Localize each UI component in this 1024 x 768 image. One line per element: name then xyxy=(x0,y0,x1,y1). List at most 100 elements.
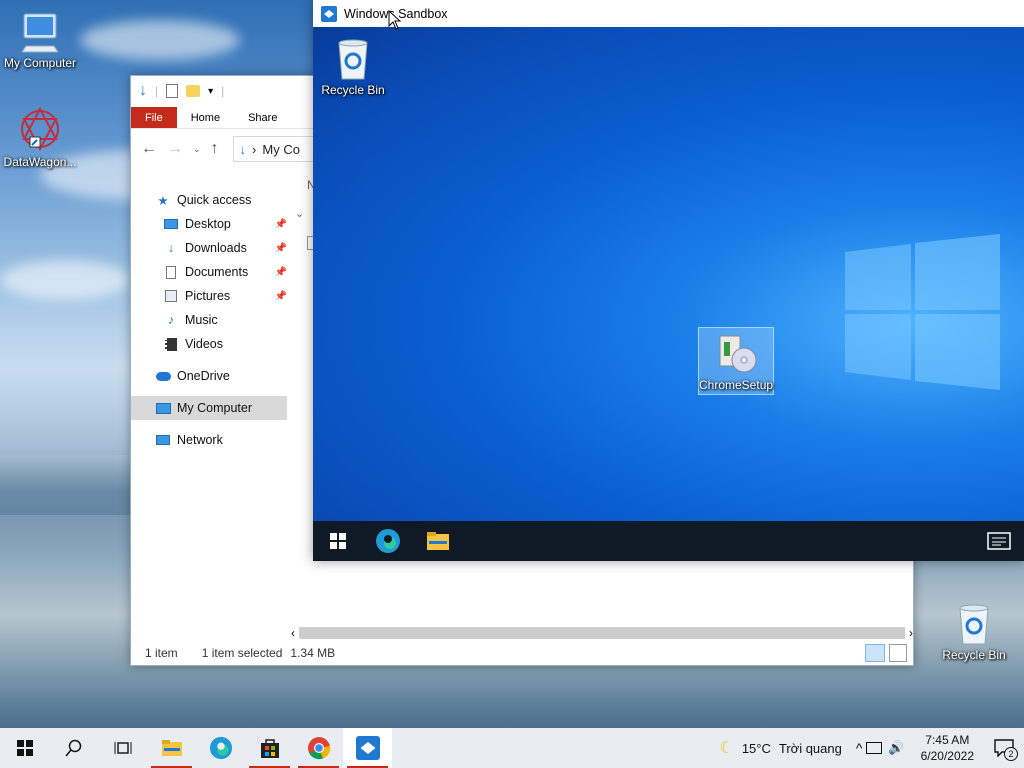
selection-size: 1.34 MB xyxy=(290,646,336,660)
nav-my-computer[interactable]: My Computer xyxy=(131,396,287,420)
clock-time: 7:45 AM xyxy=(925,733,970,747)
start-button[interactable] xyxy=(0,728,49,768)
nav-desktop[interactable]: Desktop 📌 xyxy=(131,212,291,236)
details-view-icon[interactable] xyxy=(865,644,885,662)
nav-documents[interactable]: Documents 📌 xyxy=(131,260,291,284)
network-status-icon[interactable] xyxy=(866,742,883,754)
forward-icon[interactable]: → xyxy=(167,140,183,158)
folder-icon xyxy=(427,532,449,550)
host-taskbar: ☾ 15°C Trời quang ^ 🔊 7:45 AM 6/20/2022 … xyxy=(0,728,1024,768)
scroll-right-icon[interactable]: › xyxy=(909,626,913,640)
windows-start-icon xyxy=(330,533,346,549)
taskbar-file-explorer[interactable] xyxy=(147,728,196,768)
pin-icon[interactable]: 📌 xyxy=(275,267,287,278)
show-hidden-icons-icon[interactable]: ^ xyxy=(852,740,867,756)
desktop-icon-datawagon[interactable]: DataWagon... xyxy=(0,105,80,169)
sandbox-edge-button[interactable] xyxy=(363,521,413,561)
nav-label: My Computer xyxy=(177,401,253,415)
nav-label: Downloads xyxy=(185,241,247,255)
weather-condition: Trời quang xyxy=(778,740,842,756)
sandbox-notifications-button[interactable] xyxy=(974,521,1024,561)
back-icon[interactable]: ← xyxy=(141,140,157,158)
download-arrow-icon[interactable]: ↓ xyxy=(139,82,147,100)
group-collapse-icon[interactable]: ⌄ xyxy=(295,207,304,220)
nav-quick-access[interactable]: ★ Quick access xyxy=(131,188,291,212)
nav-label: OneDrive xyxy=(177,369,230,383)
datawagon-icon xyxy=(21,106,59,152)
desktop-icon-my-computer[interactable]: My Computer xyxy=(0,10,80,70)
item-count: 1 item xyxy=(145,646,178,660)
chrome-icon xyxy=(307,737,330,760)
music-icon: ♪ xyxy=(167,313,175,327)
task-view-button[interactable] xyxy=(98,728,147,768)
nav-onedrive[interactable]: OneDrive xyxy=(131,364,291,388)
scrollbar-thumb[interactable] xyxy=(299,627,905,639)
nav-downloads[interactable]: ↓ Downloads 📌 xyxy=(131,236,291,260)
tab-file[interactable]: File xyxy=(131,107,177,128)
folder-icon xyxy=(161,740,182,756)
tab-share[interactable]: Share xyxy=(234,107,291,128)
volume-icon[interactable]: 🔊 xyxy=(882,740,910,756)
taskbar-edge[interactable] xyxy=(196,728,245,768)
new-folder-icon[interactable] xyxy=(186,85,201,97)
taskbar-windows-sandbox[interactable] xyxy=(343,728,392,768)
network-icon xyxy=(155,432,171,448)
sandbox-explorer-button[interactable] xyxy=(413,521,463,561)
sandbox-start-button[interactable] xyxy=(313,521,363,561)
search-button[interactable] xyxy=(49,728,98,768)
action-center-button[interactable]: 2 xyxy=(984,728,1024,768)
clock-date: 6/20/2022 xyxy=(920,749,974,763)
mouse-cursor-icon xyxy=(388,10,402,30)
computer-icon xyxy=(155,400,171,416)
recycle-bin-icon xyxy=(338,39,368,80)
pin-icon[interactable]: 📌 xyxy=(275,243,287,254)
pin-icon[interactable]: 📌 xyxy=(275,291,287,302)
installer-icon xyxy=(719,335,757,373)
tab-home[interactable]: Home xyxy=(177,107,234,128)
separator: | xyxy=(221,84,225,98)
chromesetup-file-icon[interactable]: ChromeSetup xyxy=(698,327,774,395)
properties-icon[interactable] xyxy=(166,84,179,98)
navigation-pane: ★ Quick access Desktop 📌 ↓ Downloads 📌 D… xyxy=(131,188,291,452)
task-view-icon xyxy=(114,742,131,754)
desktop-icon-label: My Computer xyxy=(3,56,77,70)
cloud-icon xyxy=(155,368,171,384)
address-text: My Co xyxy=(262,141,300,157)
star-icon: ★ xyxy=(157,193,169,208)
sandbox-app-icon xyxy=(355,736,380,760)
desktop-icon-label: Recycle Bin xyxy=(942,648,1006,662)
desktop-folder-icon xyxy=(163,216,179,232)
up-icon[interactable]: ↑ xyxy=(211,140,219,158)
recycle-bin-icon xyxy=(959,604,989,645)
desktop-icon-label: Recycle Bin xyxy=(321,83,385,97)
desktop-icon-label: ChromeSetup xyxy=(699,378,774,392)
sandbox-window: Windows Sandbox Recycle Bin ChromeSetup xyxy=(313,0,1024,561)
desktop-icon-recycle-bin[interactable]: Recycle Bin xyxy=(934,602,1014,662)
notification-center-icon xyxy=(987,532,1011,550)
sandbox-titlebar[interactable]: Windows Sandbox xyxy=(313,0,1024,27)
cloud xyxy=(80,20,240,60)
horizontal-scrollbar[interactable]: ‹ › xyxy=(291,625,913,641)
nav-pictures[interactable]: Pictures 📌 xyxy=(131,284,291,308)
sandbox-taskbar xyxy=(313,521,1024,561)
customize-qat-icon[interactable]: ▾ xyxy=(208,86,213,97)
nav-music[interactable]: ♪ Music xyxy=(131,308,291,332)
system-tray: ☾ 15°C Trời quang ^ 🔊 7:45 AM 6/20/2022 … xyxy=(709,728,1024,768)
weather-widget[interactable]: ☾ 15°C Trời quang xyxy=(709,738,851,758)
taskbar-chrome[interactable] xyxy=(294,728,343,768)
documents-icon xyxy=(163,264,179,280)
sandbox-recycle-bin[interactable]: Recycle Bin xyxy=(313,37,393,97)
nav-label: Documents xyxy=(185,265,249,279)
clock[interactable]: 7:45 AM 6/20/2022 xyxy=(911,732,984,764)
recent-dropdown-icon[interactable]: ⌄ xyxy=(193,144,201,155)
scroll-left-icon[interactable]: ‹ xyxy=(291,626,295,640)
nav-label: Quick access xyxy=(177,193,252,207)
nav-network[interactable]: Network xyxy=(131,428,291,452)
pin-icon[interactable]: 📌 xyxy=(275,219,287,230)
nav-videos[interactable]: Videos xyxy=(131,332,291,356)
nav-label: Desktop xyxy=(185,217,231,231)
windows-start-icon xyxy=(16,740,33,756)
taskbar-store[interactable] xyxy=(245,728,294,768)
search-icon xyxy=(64,739,81,757)
large-icons-view-icon[interactable] xyxy=(889,644,907,662)
